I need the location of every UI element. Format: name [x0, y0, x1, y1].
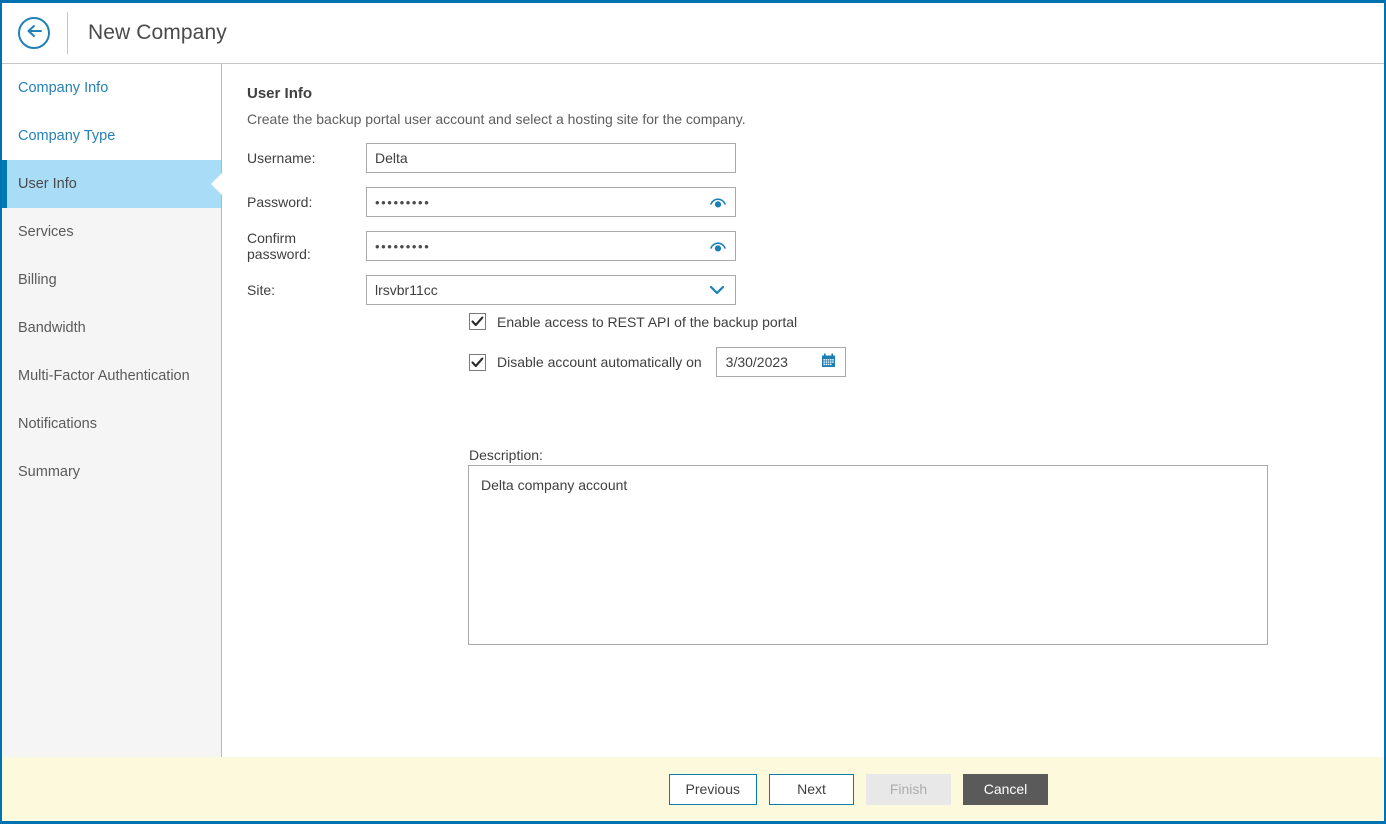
finish-button: Finish	[866, 774, 951, 805]
previous-button[interactable]: Previous	[669, 774, 757, 805]
sidebar-item-company-info[interactable]: Company Info	[2, 64, 221, 112]
checkmark-icon	[471, 357, 484, 368]
site-label: Site:	[247, 282, 366, 298]
new-company-wizard-window: New Company Company Info Company Type Us…	[0, 0, 1386, 824]
section-subtitle: Create the backup portal user account an…	[247, 111, 746, 127]
sidebar-item-company-type[interactable]: Company Type	[2, 112, 221, 160]
sidebar-item-billing[interactable]: Billing	[2, 256, 221, 304]
eye-icon[interactable]	[709, 195, 727, 209]
confirm-password-value: •••••••••	[375, 239, 430, 254]
sidebar-item-user-info[interactable]: User Info	[2, 160, 221, 208]
site-dropdown[interactable]: lrsvbr11cc	[366, 275, 736, 305]
description-textarea[interactable]: Delta company account	[468, 465, 1268, 645]
calendar-icon[interactable]	[821, 353, 836, 371]
site-value: lrsvbr11cc	[375, 282, 438, 298]
username-label: Username:	[247, 150, 366, 166]
back-button[interactable]	[18, 17, 50, 49]
sidebar-item-summary[interactable]: Summary	[2, 448, 221, 496]
username-value: Delta	[375, 150, 408, 166]
checkmark-icon	[471, 316, 484, 327]
back-arrow-icon	[26, 24, 43, 43]
username-row: Username: Delta	[247, 143, 736, 173]
chevron-down-icon[interactable]	[709, 282, 725, 298]
disable-date-value: 3/30/2023	[726, 354, 788, 370]
wizard-footer: Previous Next Finish Cancel	[2, 757, 1384, 821]
sidebar-item-multi-factor-authentication[interactable]: Multi-Factor Authentication	[2, 352, 221, 400]
page-title: New Company	[88, 21, 227, 45]
window-header: New Company	[2, 3, 1384, 64]
confirm-password-row: Confirm password: •••••••••	[247, 231, 736, 261]
sidebar-item-services[interactable]: Services	[2, 208, 221, 256]
eye-icon[interactable]	[709, 239, 727, 253]
cancel-button[interactable]: Cancel	[963, 774, 1048, 805]
site-row: Site: lrsvbr11cc	[247, 275, 736, 305]
disable-account-checkbox-label: Disable account automatically on	[497, 354, 702, 370]
rest-api-checkbox-label: Enable access to REST API of the backup …	[497, 314, 797, 330]
disable-account-checkbox[interactable]	[469, 354, 486, 371]
confirm-password-label: Confirm password:	[247, 230, 366, 262]
section-title: User Info	[247, 85, 312, 102]
disable-account-row: Disable account automatically on 3/30/20…	[469, 347, 846, 377]
password-label: Password:	[247, 194, 366, 210]
header-divider	[67, 12, 68, 54]
password-value: •••••••••	[375, 195, 430, 210]
wizard-step-sidebar: Company Info Company Type User Info Serv…	[2, 64, 222, 758]
next-button[interactable]: Next	[769, 774, 854, 805]
rest-api-checkbox-row[interactable]: Enable access to REST API of the backup …	[469, 313, 797, 330]
description-label: Description:	[469, 447, 543, 463]
password-row: Password: •••••••••	[247, 187, 736, 217]
wizard-content-pane: User Info Create the backup portal user …	[223, 64, 1384, 758]
password-input[interactable]: •••••••••	[366, 187, 736, 217]
sidebar-item-notifications[interactable]: Notifications	[2, 400, 221, 448]
sidebar-item-bandwidth[interactable]: Bandwidth	[2, 304, 221, 352]
username-input[interactable]: Delta	[366, 143, 736, 173]
disable-date-input[interactable]: 3/30/2023	[716, 347, 846, 377]
confirm-password-input[interactable]: •••••••••	[366, 231, 736, 261]
rest-api-checkbox[interactable]	[469, 313, 486, 330]
